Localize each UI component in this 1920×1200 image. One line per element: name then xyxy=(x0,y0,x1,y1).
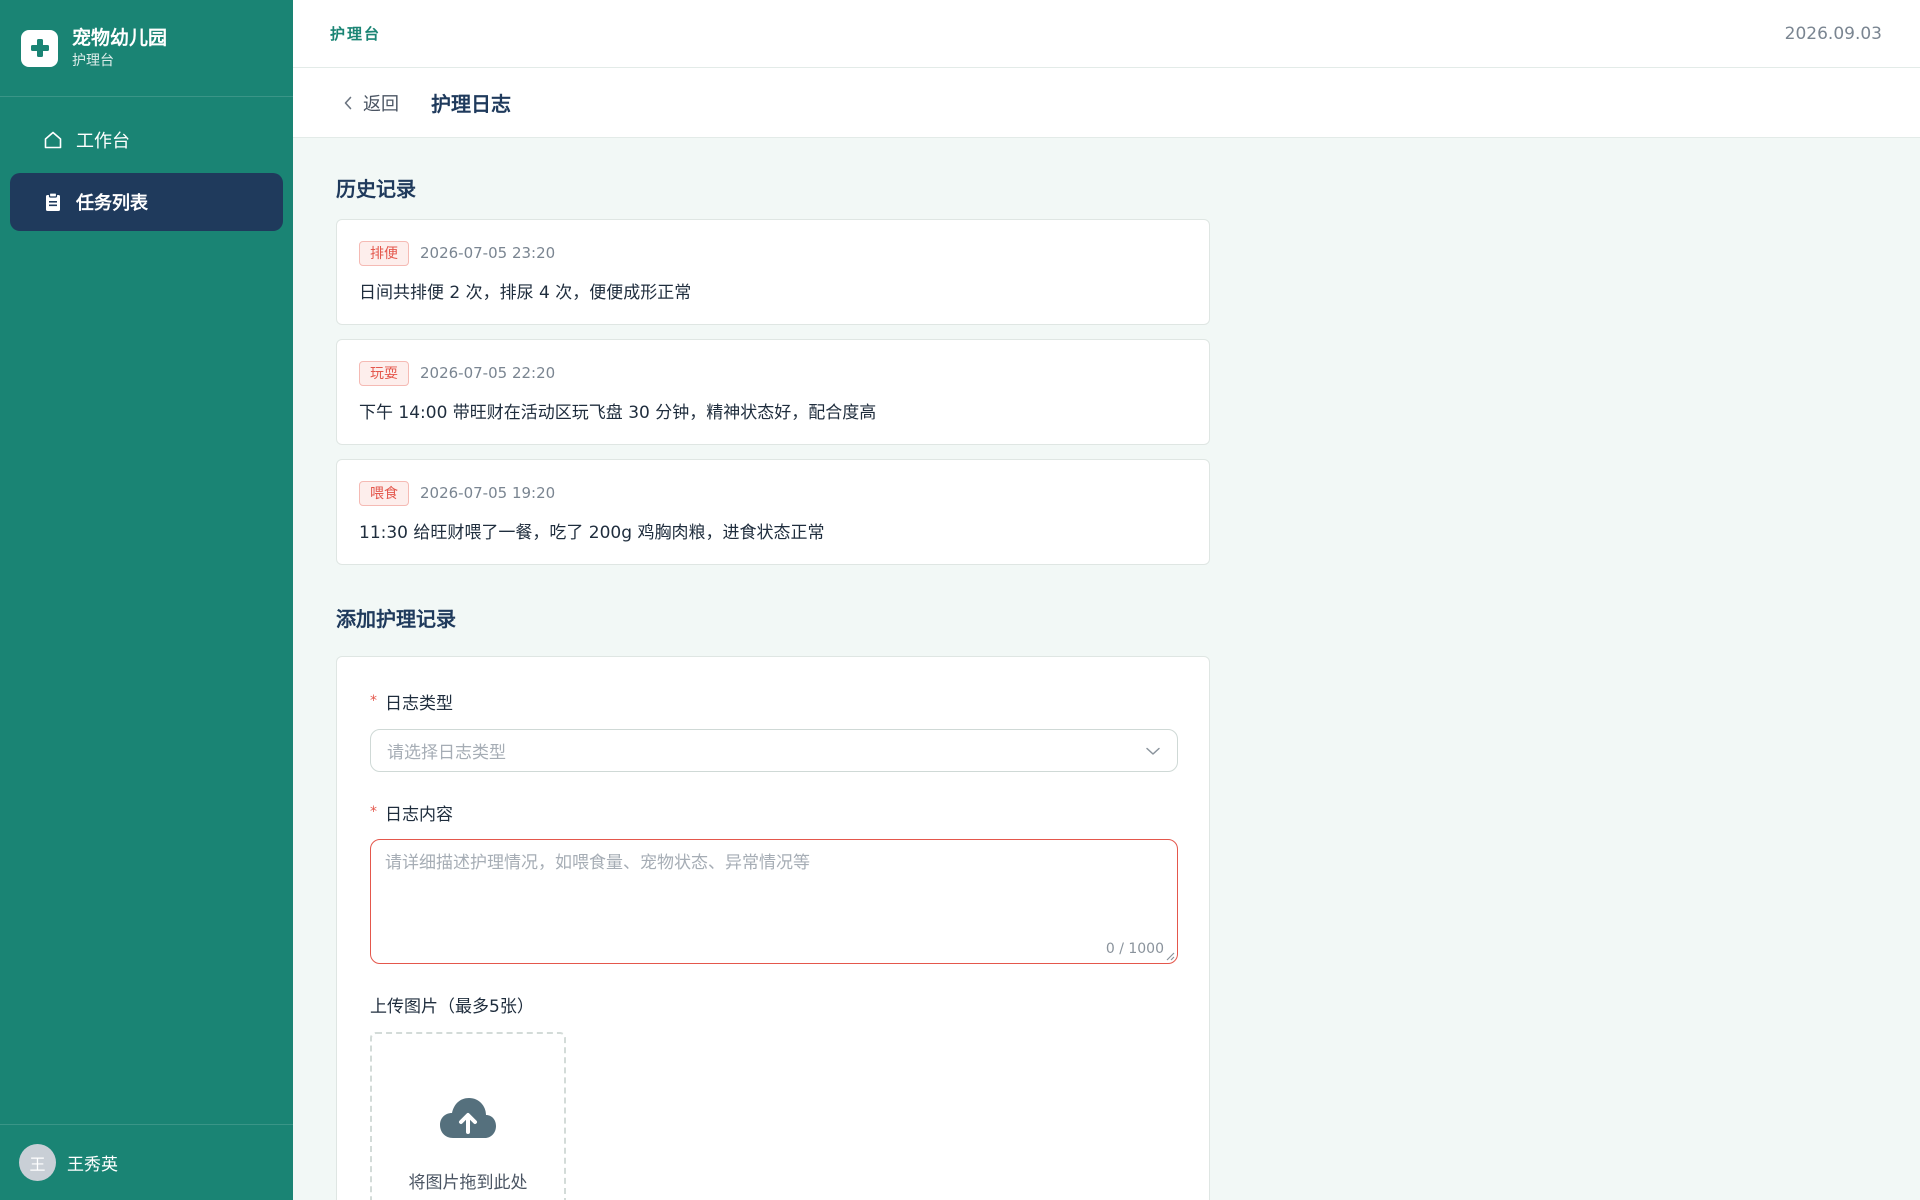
sidebar-item-label: 任务列表 xyxy=(76,193,148,214)
topbar-date: 2026.09.03 xyxy=(1784,23,1882,44)
resize-handle-icon[interactable] xyxy=(1165,951,1175,961)
sidebar-nav: 工作台 任务列表 xyxy=(0,97,293,231)
chevron-left-icon xyxy=(344,96,352,109)
add-record-section-title: 添加护理记录 xyxy=(336,607,456,631)
page-header: 返回 护理日志 xyxy=(293,68,1920,138)
record-content: 11:30 给旺财喂了一餐，吃了 200g 鸡胸肉粮，进食状态正常 xyxy=(359,523,825,543)
log-content-placeholder: 请详细描述护理情况，如喂食量、宠物状态、异常情况等 xyxy=(385,853,810,873)
required-mark: * xyxy=(370,693,377,709)
page-title: 护理日志 xyxy=(431,92,511,116)
record-time: 2026-07-05 23:20 xyxy=(420,244,556,262)
list-item: 喂食 2026-07-05 19:20 11:30 给旺财喂了一餐，吃了 200… xyxy=(336,459,1210,565)
avatar: 王 xyxy=(19,1144,56,1181)
record-content: 日间共排便 2 次，排尿 4 次，便便成形正常 xyxy=(359,283,692,303)
upload-label: 上传图片（最多5张） xyxy=(370,996,534,1017)
topbar: 护理台 2026.09.03 xyxy=(293,0,1920,68)
char-counter: 0 / 1000 xyxy=(1105,941,1164,957)
sidebar-item-label: 工作台 xyxy=(76,131,130,152)
log-type-select[interactable]: 请选择日志类型 xyxy=(370,729,1178,772)
log-content-textarea[interactable]: 请详细描述护理情况，如喂食量、宠物状态、异常情况等 0 / 1000 xyxy=(370,839,1178,964)
main-content: 历史记录 排便 2026-07-05 23:20 日间共排便 2 次，排尿 4 … xyxy=(336,138,1210,1200)
brand-title: 宠物幼儿园 xyxy=(72,26,168,49)
sidebar: 宠物幼儿园 护理台 工作台 任务列表 王 王秀英 xyxy=(0,0,293,1200)
record-type-badge: 玩耍 xyxy=(359,360,409,386)
record-type-badge: 排便 xyxy=(359,240,409,266)
record-time: 2026-07-05 19:20 xyxy=(420,484,556,502)
record-type-badge: 喂食 xyxy=(359,480,409,506)
topbar-title: 护理台 xyxy=(330,25,382,43)
list-item: 玩耍 2026-07-05 22:20 下午 14:00 带旺财在活动区玩飞盘 … xyxy=(336,339,1210,445)
image-upload-dropzone[interactable]: 将图片拖到此处 xyxy=(370,1032,566,1200)
chevron-down-icon xyxy=(1146,747,1160,755)
home-icon xyxy=(42,129,64,151)
record-content: 下午 14:00 带旺财在活动区玩飞盘 30 分钟，精神状态好，配合度高 xyxy=(359,403,877,423)
upload-hint: 将图片拖到此处 xyxy=(408,1173,528,1193)
back-label: 返回 xyxy=(363,93,399,115)
back-button[interactable]: 返回 xyxy=(343,90,399,116)
brand-subtitle: 护理台 xyxy=(72,52,114,69)
record-time: 2026-07-05 22:20 xyxy=(420,364,556,382)
cloud-upload-icon xyxy=(440,1098,496,1138)
user-name: 王秀英 xyxy=(67,1155,118,1175)
required-mark: * xyxy=(370,804,377,820)
clipboard-icon xyxy=(42,191,64,213)
user-profile[interactable]: 王 王秀英 xyxy=(0,1124,293,1200)
log-type-placeholder: 请选择日志类型 xyxy=(387,743,506,763)
brand: 宠物幼儿园 护理台 xyxy=(0,0,293,97)
history-list: 排便 2026-07-05 23:20 日间共排便 2 次，排尿 4 次，便便成… xyxy=(336,219,1210,565)
sidebar-item-task-list[interactable]: 任务列表 xyxy=(10,173,283,231)
sidebar-item-workbench[interactable]: 工作台 xyxy=(10,111,283,169)
log-type-label: * 日志类型 xyxy=(370,693,453,714)
history-section-title: 历史记录 xyxy=(336,177,416,201)
medical-cross-icon xyxy=(21,29,58,67)
list-item: 排便 2026-07-05 23:20 日间共排便 2 次，排尿 4 次，便便成… xyxy=(336,219,1210,325)
log-content-label: * 日志内容 xyxy=(370,804,453,825)
add-record-form: * 日志类型 请选择日志类型 * 日志内容 请详细描述护理情况，如喂食量、宠物状… xyxy=(336,656,1210,1200)
